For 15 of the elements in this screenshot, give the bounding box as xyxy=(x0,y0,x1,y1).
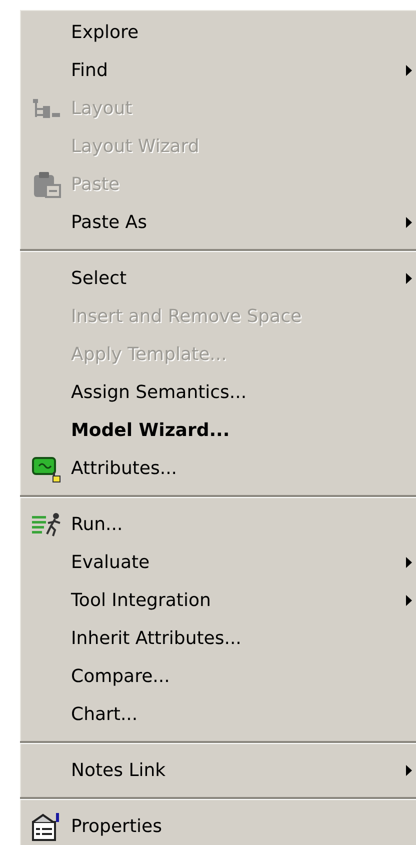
menu-item[interactable]: Model Wizard... xyxy=(71,420,230,442)
menu-item[interactable]: Tool Integration xyxy=(71,590,211,612)
menu-item[interactable]: Attributes... xyxy=(71,458,178,480)
menu-item[interactable]: Chart... xyxy=(71,704,138,726)
menu-item[interactable]: Paste As xyxy=(71,212,147,234)
menu-item[interactable]: Inherit Attributes... xyxy=(71,628,242,650)
menu-item[interactable]: Evaluate xyxy=(71,552,150,574)
menu-item[interactable]: Notes Link xyxy=(71,760,166,782)
menu-item[interactable]: Find xyxy=(71,60,108,82)
menu-item[interactable]: Explore xyxy=(71,22,139,44)
menu-item[interactable]: Compare... xyxy=(71,666,170,688)
menu-item[interactable]: Properties xyxy=(71,816,162,838)
menu-item[interactable]: Assign Semantics... xyxy=(71,382,247,404)
menu-item[interactable]: Run... xyxy=(71,514,123,536)
menu-item[interactable]: Select xyxy=(71,268,127,290)
